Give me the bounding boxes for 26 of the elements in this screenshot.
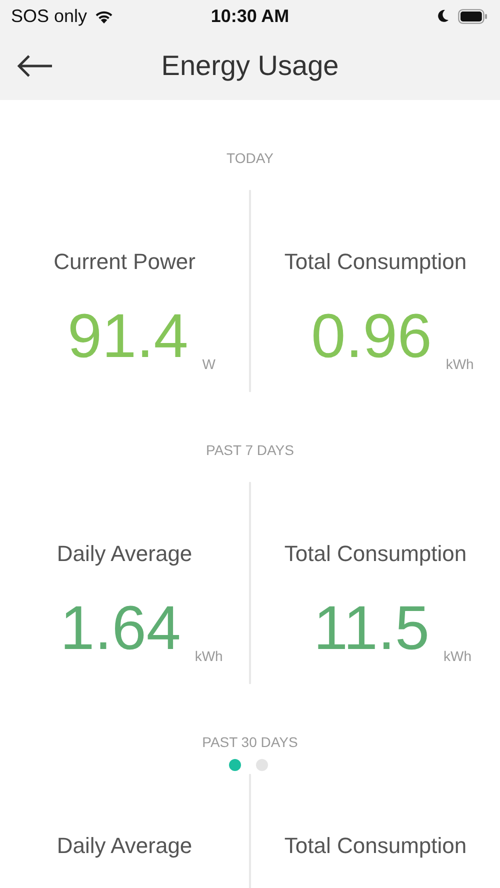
metric-title: Total Consumption bbox=[284, 832, 467, 860]
metric-title: Total Consumption bbox=[284, 540, 467, 568]
metric-value: 91.4 bbox=[68, 302, 188, 372]
metric-value: 1.64 bbox=[60, 594, 181, 664]
unit-text: W bbox=[202, 356, 216, 372]
back-button[interactable] bbox=[16, 54, 54, 78]
section-label: TODAY bbox=[226, 150, 274, 166]
unit-text: kWh bbox=[444, 648, 472, 664]
metric-title: Total Consumption bbox=[284, 248, 467, 276]
metric-title: Daily Average bbox=[56, 832, 192, 860]
metric-title: Daily Average bbox=[56, 540, 192, 568]
battery-icon bbox=[458, 8, 488, 24]
carrier-text: SOS only bbox=[11, 6, 88, 26]
section-label: PAST 7 DAYS bbox=[206, 442, 294, 458]
metric-value: 0.96 bbox=[311, 302, 432, 372]
unit-text: kWh bbox=[446, 356, 474, 372]
clock-text: 10:30 AM bbox=[210, 6, 290, 26]
page-title: Energy Usage bbox=[161, 50, 339, 82]
page-dot[interactable] bbox=[256, 759, 268, 771]
metric-value: 11.5 bbox=[313, 594, 430, 664]
page-dot[interactable] bbox=[229, 759, 241, 771]
section-label: PAST 30 DAYS bbox=[202, 734, 298, 750]
metric-title: Current Power bbox=[54, 248, 196, 276]
wifi-icon bbox=[94, 8, 114, 24]
unit-text: kWh bbox=[194, 648, 223, 664]
moon-icon bbox=[437, 9, 449, 23]
